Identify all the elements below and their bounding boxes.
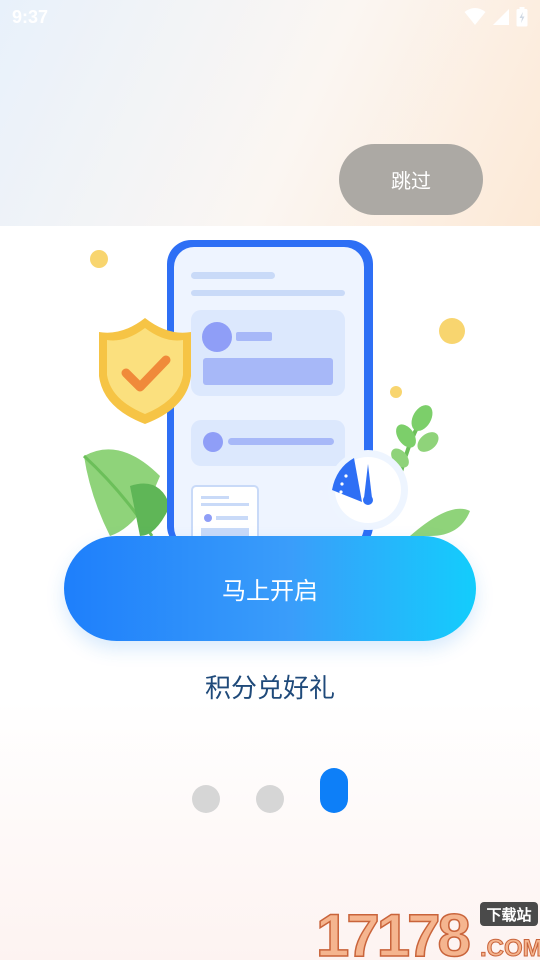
- status-time: 9:37: [12, 7, 49, 27]
- leaf-left-decoration: [82, 449, 170, 536]
- onboarding-illustration: [82, 240, 470, 536]
- decor-dot: [90, 250, 108, 268]
- skip-button[interactable]: 跳过: [339, 144, 483, 215]
- cellular-signal-icon: [493, 9, 509, 25]
- watermark-logo: 17178 下载站 .COM: [315, 901, 540, 960]
- page-subtitle: 积分兑好礼: [204, 674, 335, 704]
- status-bar: 9:37: [0, 0, 540, 36]
- watermark-suffix: .COM: [480, 935, 540, 960]
- decor-dot: [439, 318, 465, 344]
- decor-dot: [390, 386, 402, 398]
- wifi-icon: [464, 8, 486, 25]
- page-dot[interactable]: [256, 785, 284, 813]
- watermark-number: 17178: [316, 902, 469, 960]
- battery-icon: [516, 7, 528, 27]
- start-now-button[interactable]: 马上开启: [64, 536, 476, 641]
- gauge-icon: [328, 450, 408, 530]
- status-icons: [464, 7, 528, 27]
- page-indicator: [0, 768, 540, 818]
- page-dot-active[interactable]: [320, 768, 348, 813]
- page-dot[interactable]: [192, 785, 220, 813]
- watermark-badge: 下载站: [486, 906, 531, 924]
